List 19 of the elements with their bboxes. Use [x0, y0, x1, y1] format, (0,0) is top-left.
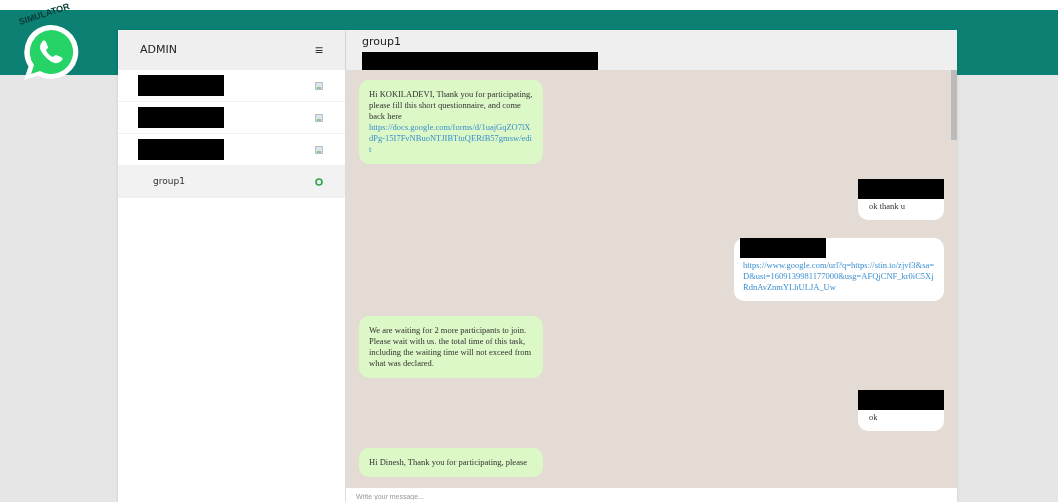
sidebar-title: ADMIN [140, 41, 177, 58]
scrollbar[interactable] [951, 70, 957, 140]
avatar-icon [315, 113, 323, 122]
message-text: Hi KOKILADEVI, Thank you for participating, please fill this short questionnaire, and come back here [369, 89, 533, 122]
chat-name: group1 [152, 174, 185, 188]
message-link[interactable]: https://www.google.com/url?q=https://stin.to/zjvf3&sa=D&ust=1609139981177000&usg=AFQjCNF_kr0iC5XjRdnAvZnmYLhULJA_Uw [743, 260, 935, 293]
chat-title: group1 [362, 34, 402, 50]
avatar-icon [315, 145, 323, 154]
avatar-icon [315, 81, 323, 90]
chat-bubble-icon [315, 177, 323, 186]
chat-list-item[interactable]: group1 [118, 166, 345, 198]
menu-icon[interactable]: ≡ [314, 39, 323, 61]
chat-list-item[interactable] [118, 102, 345, 134]
chat-list-item[interactable] [118, 70, 345, 102]
message-text: ok [868, 412, 879, 423]
message-text: We are waiting for 2 more participants to join. Please wait with us. the total time of this task, including the waiting time will not exceed from what was declared. [369, 325, 533, 369]
message-text: Hi Dinesh, Thank you for participating, please [369, 457, 528, 468]
chat-list-item[interactable] [118, 134, 345, 166]
message-text: ok thank u [868, 201, 906, 212]
